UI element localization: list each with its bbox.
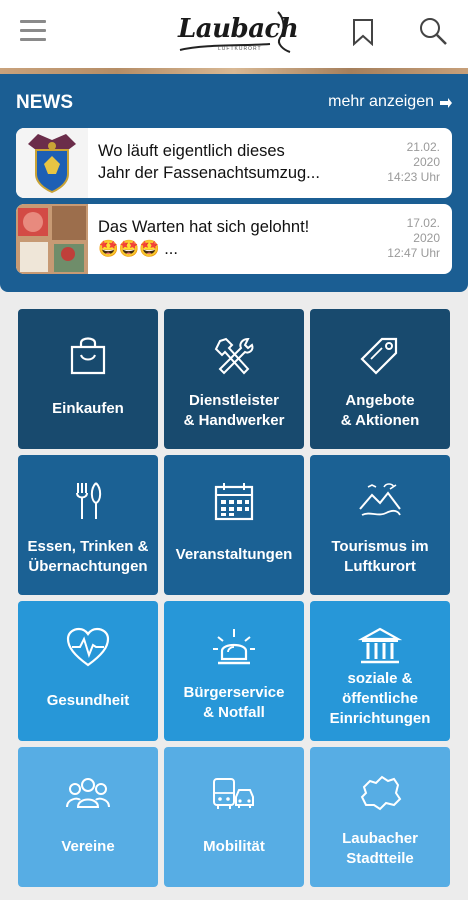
- calendar-icon: [212, 481, 256, 521]
- tile-dienstleister[interactable]: Dienstleister & Handwerker: [164, 309, 304, 449]
- tag-icon: [358, 335, 402, 375]
- news-headline-line1: Wo läuft eigentlich dieses: [98, 142, 285, 160]
- logo-wordmark: Laubach: [178, 14, 299, 44]
- tile-einkaufen[interactable]: Einkaufen: [18, 309, 158, 449]
- group-icon: [66, 773, 110, 813]
- tile-vereine[interactable]: Vereine: [18, 747, 158, 887]
- tile-stadtteile[interactable]: Laubacher Stadtteile: [310, 747, 450, 887]
- tile-soziale-einrichtungen[interactable]: soziale & öffentliche Einrichtungen: [310, 601, 450, 741]
- news-headline-line1: Das Warten hat sich gelohnt!: [98, 218, 310, 236]
- tile-veranstaltungen[interactable]: Veranstaltungen: [164, 455, 304, 595]
- cutlery-icon: [66, 481, 110, 521]
- public-building-icon: [357, 627, 403, 667]
- vehicles-icon: [212, 773, 256, 813]
- logo-subtext: LUFTKURORT: [218, 46, 262, 52]
- tile-tourismus[interactable]: Tourismus im Luftkurort: [310, 455, 450, 595]
- news-title: NEWS: [16, 92, 73, 113]
- tile-angebote[interactable]: Angebote & Aktionen: [310, 309, 450, 449]
- news-timestamp: 21.02. 2020 14:23 Uhr: [387, 140, 440, 184]
- news-thumbnail: [16, 204, 88, 274]
- app-header: Laubach LUFTKURORT: [0, 0, 468, 68]
- tile-gesundheit[interactable]: Gesundheit: [18, 601, 158, 741]
- search-icon[interactable]: [418, 16, 448, 46]
- tile-essen-trinken[interactable]: Essen, Trinken & Übernachtungen: [18, 455, 158, 595]
- heartbeat-icon: [66, 627, 110, 667]
- news-section: NEWS mehr anzeigen Wo läuft eigentlich d…: [0, 74, 468, 292]
- arrow-right-icon[interactable]: [440, 96, 452, 108]
- news-more-link[interactable]: mehr anzeigen: [328, 93, 434, 111]
- landscape-icon: [358, 481, 402, 521]
- tile-buergerservice[interactable]: Bürgerservice & Notfall: [164, 601, 304, 741]
- tile-mobilitaet[interactable]: Mobilität: [164, 747, 304, 887]
- district-map-icon: [358, 773, 402, 813]
- app-logo[interactable]: Laubach LUFTKURORT: [174, 6, 299, 62]
- bookmark-icon[interactable]: [352, 18, 374, 47]
- news-item[interactable]: Wo läuft eigentlich dieses Jahr der Fass…: [16, 128, 452, 198]
- news-timestamp: 17.02. 2020 12:47 Uhr: [387, 216, 440, 260]
- news-thumbnail: [16, 128, 88, 198]
- hamburger-menu-icon[interactable]: [20, 20, 46, 44]
- news-item[interactable]: Das Warten hat sich gelohnt! 🤩🤩🤩 ... 17.…: [16, 204, 452, 274]
- tools-icon: [212, 335, 256, 375]
- news-headline-line2: 🤩🤩🤩 ...: [98, 240, 178, 258]
- shopping-bag-icon: [66, 335, 110, 375]
- alarm-light-icon: [212, 627, 256, 667]
- news-headline-line2: Jahr der Fassenachtsumzug...: [98, 164, 320, 182]
